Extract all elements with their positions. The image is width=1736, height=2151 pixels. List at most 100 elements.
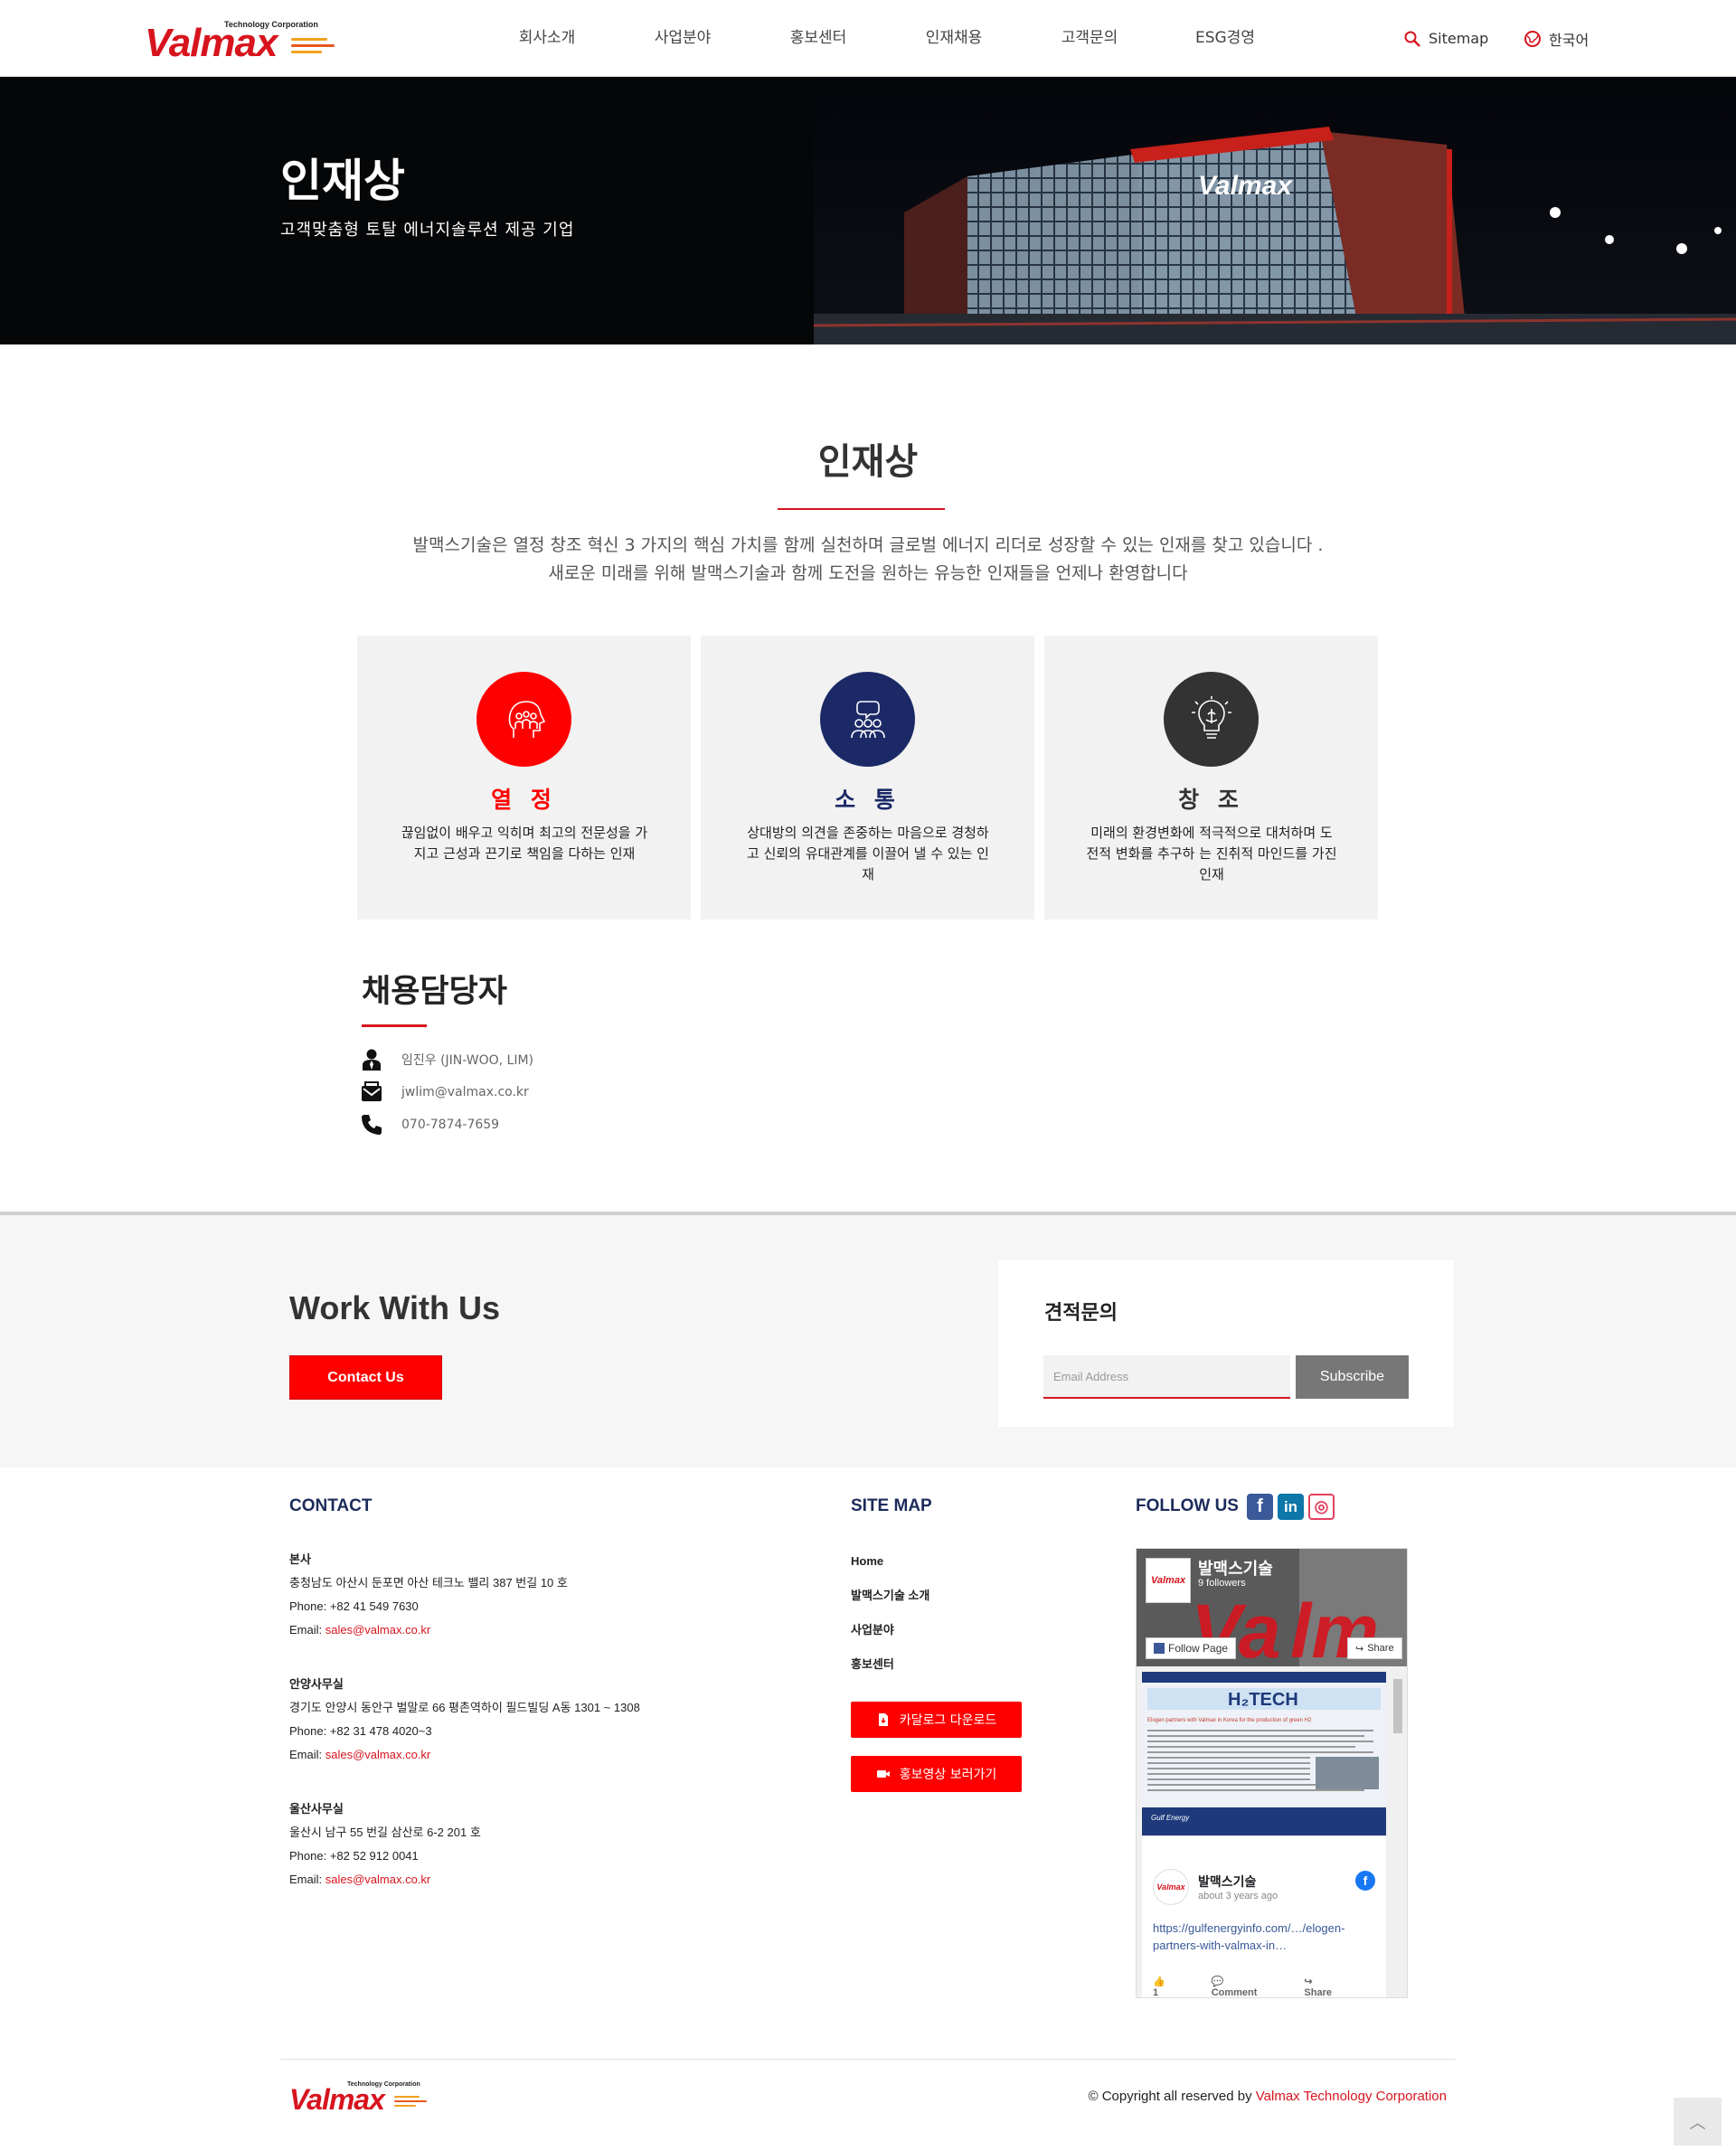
language-selector[interactable]: 한국어 [1524, 0, 1589, 77]
recruiter-email[interactable]: jwlim@valmax.co.kr [401, 1085, 529, 1099]
sitemap-link[interactable]: Sitemap [1403, 0, 1488, 77]
fb-page-avatar[interactable]: Valmax [1146, 1558, 1191, 1603]
recruiter-title: 채용담당자 [362, 974, 508, 1010]
office-address: 충청남도 아산시 둔포면 아산 테크노 밸리 387 번길 10 호 [289, 1576, 568, 1590]
footer-contact-heading: CONTACT [289, 1496, 373, 1515]
hero-subtitle: 고객맞춤형 토탈 에너지솔루션 제공 기업 [280, 221, 575, 240]
office-email-label: Email: [289, 1873, 326, 1886]
recruiter-phone-row: 070-7874-7659 [360, 1112, 499, 1137]
footer-sitemap-heading: SITE MAP [851, 1496, 932, 1515]
globe-icon [1524, 30, 1541, 47]
office-email-link[interactable]: sales@valmax.co.kr [326, 1623, 431, 1637]
video-camera-icon [876, 1770, 890, 1778]
article-screenshot: H₂TECH Elogen partners with Valmax in Ko… [1142, 1672, 1386, 1835]
office-email-label: Email: [289, 1623, 326, 1637]
copyright-corp-link[interactable]: Valmax Technology Corporation [1256, 2089, 1447, 2104]
promo-video-button[interactable]: 홍보영상 보러가기 [851, 1756, 1022, 1792]
fb-followers-count: 9 followers [1198, 1578, 1246, 1589]
fb-widget-scrollbar[interactable] [1392, 1672, 1404, 1997]
quote-form: 견적문의 Subscribe [998, 1260, 1454, 1427]
people-chat-icon [820, 672, 915, 767]
email-field[interactable] [1043, 1355, 1290, 1399]
fb-like-count: 1 [1153, 1987, 1159, 1998]
recruiter-title-underline [362, 1024, 427, 1027]
nav-item-business[interactable]: 사업분야 [615, 0, 750, 77]
valmax-logo[interactable]: Technology Corporation Valmax [145, 18, 335, 63]
sitemap-link-about[interactable]: 발맥스기술 소개 [851, 1582, 929, 1617]
footer-sitemap-links: Home 발맥스기술 소개 사업분야 홍보센터 [851, 1548, 929, 1685]
fb-share-button[interactable]: ↪ Share [1347, 1637, 1402, 1659]
copyright-text: © Copyright all reserved by Valmax Techn… [1071, 2089, 1447, 2104]
site-header: Technology Corporation Valmax 회사소개 사업분야 … [0, 0, 1736, 77]
office-block: 울산사무실 울산시 남구 55 번길 삼산로 6-2 201 호 Phone: … [289, 1797, 705, 1892]
hero-title: 인재상 [280, 155, 405, 207]
fb-page-name[interactable]: 발맥스기술 [1198, 1556, 1273, 1580]
recruiter-phone[interactable]: 070-7874-7659 [401, 1118, 499, 1132]
description-line-1: 발맥스기술은 열정 창조 혁신 3 가지의 핵심 가치를 함께 실천하며 글로벌… [412, 535, 1324, 555]
nav-item-inquiry[interactable]: 고객문의 [1022, 0, 1157, 77]
sitemap-icon [1404, 31, 1420, 47]
nav-item-recruit[interactable]: 인재채용 [886, 0, 1022, 77]
value-card-communication: 소 통 상대방의 의견을 존중하는 마음으로 경청하고 신뢰의 유대관계를 이끌… [701, 636, 1034, 920]
value-text: 미래의 환경변화에 적극적으로 대처하며 도전적 변화를 추구하 는 진취적 마… [1086, 825, 1337, 882]
office-address: 울산시 남구 55 번길 삼산로 6-2 201 호 [289, 1826, 481, 1839]
facebook-icon[interactable]: f [1247, 1494, 1273, 1520]
fb-like-count-row[interactable]: 👍 1 [1153, 1976, 1188, 1998]
article-title: H₂TECH [1228, 1690, 1298, 1710]
person-icon [363, 1049, 381, 1071]
fb-post-image[interactable]: H₂TECH Elogen partners with Valmax in Ko… [1142, 1672, 1386, 1836]
fb-post-actions: 👍 1 💬 Comment ↪ Share [1153, 1976, 1379, 1998]
contact-us-button[interactable]: Contact Us [289, 1355, 442, 1400]
office-email-link[interactable]: sales@valmax.co.kr [326, 1748, 431, 1761]
value-title: 소 통 [835, 787, 901, 813]
hero-banner: Valmax 인재상 고객맞춤형 토탈 에너지솔루션 제공 기업 [0, 77, 1736, 344]
nav-item-company[interactable]: 회사소개 [479, 0, 615, 77]
sitemap-link-business[interactable]: 사업분야 [851, 1617, 929, 1651]
logo-text: Valmax [289, 2083, 385, 2116]
nav-item-esg[interactable]: ESG경영 [1157, 0, 1293, 77]
scroll-to-top-button[interactable]: ︿ [1674, 2098, 1722, 2146]
value-text: 상대방의 의견을 존중하는 마음으로 경청하고 신뢰의 유대관계를 이끌어 낼 … [747, 825, 989, 882]
facebook-small-icon [1154, 1643, 1165, 1654]
value-title: 창 조 [1178, 787, 1244, 813]
hero-building-photo: Valmax [814, 77, 1736, 344]
scrollbar-thumb[interactable] [1393, 1679, 1402, 1733]
office-phone: Phone: +82 41 549 7630 [289, 1599, 419, 1613]
share-arrow-icon: ↪ [1355, 1643, 1364, 1655]
office-block: 안양사무실 경기도 안양시 동안구 벌말로 66 평촌역하이 필드빌딩 A동 1… [289, 1673, 705, 1767]
team-head-icon [476, 672, 571, 767]
office-name: 울산사무실 [289, 1802, 344, 1816]
footer-contact-list: 본사 충청남도 아산시 둔포면 아산 테크노 밸리 387 번길 10 호 Ph… [289, 1548, 705, 1922]
lightbulb-brain-icon [1164, 672, 1259, 767]
hero-sign-text: Valmax [1198, 171, 1293, 201]
fb-share-action-label: Share [1304, 1987, 1332, 1998]
chevron-up-icon: ︿ [1689, 2113, 1706, 2133]
copyright-prefix: © Copyright all reserved by [1088, 2089, 1256, 2104]
svg-text:Gulf Energy: Gulf Energy [1151, 1814, 1190, 1822]
fb-post-link[interactable]: https://gulfenergyinfo.com/…/elogen-part… [1153, 1920, 1379, 1954]
article-headline: Elogen partners with Valmax in Korea for… [1147, 1718, 1312, 1723]
office-block: 본사 충청남도 아산시 둔포면 아산 테크노 밸리 387 번길 10 호 Ph… [289, 1548, 705, 1642]
logo-speed-lines [394, 2096, 427, 2109]
work-with-us-title: Work With Us [289, 1289, 501, 1326]
logo-speed-lines [291, 38, 335, 57]
language-label: 한국어 [1549, 31, 1590, 49]
sitemap-link-home[interactable]: Home [851, 1548, 929, 1582]
nav-item-pr-center[interactable]: 홍보센터 [750, 0, 886, 77]
fb-post-avatar[interactable]: Valmax [1153, 1869, 1189, 1905]
sitemap-link-pr[interactable]: 홍보센터 [851, 1651, 929, 1685]
fb-post-author[interactable]: 발맥스기술 [1198, 1873, 1256, 1891]
subscribe-button[interactable]: Subscribe [1290, 1355, 1409, 1399]
fb-share-action[interactable]: ↪ Share [1304, 1976, 1355, 1998]
linkedin-icon[interactable]: in [1278, 1494, 1304, 1520]
fb-follow-label: Follow Page [1168, 1642, 1229, 1655]
catalog-download-button[interactable]: 카달로그 다운로드 [851, 1702, 1022, 1738]
office-email-link[interactable]: sales@valmax.co.kr [326, 1873, 431, 1886]
mail-icon [362, 1081, 382, 1101]
recruiter-email-row: jwlim@valmax.co.kr [360, 1080, 529, 1105]
footer-follow-heading: FOLLOW US [1136, 1496, 1239, 1515]
instagram-icon[interactable]: ◎ [1308, 1494, 1335, 1520]
fb-comment-action[interactable]: 💬 Comment [1212, 1976, 1281, 1997]
footer-valmax-logo[interactable]: Technology Corporation Valmax [289, 2081, 427, 2118]
fb-follow-page-button[interactable]: Follow Page [1146, 1637, 1237, 1659]
